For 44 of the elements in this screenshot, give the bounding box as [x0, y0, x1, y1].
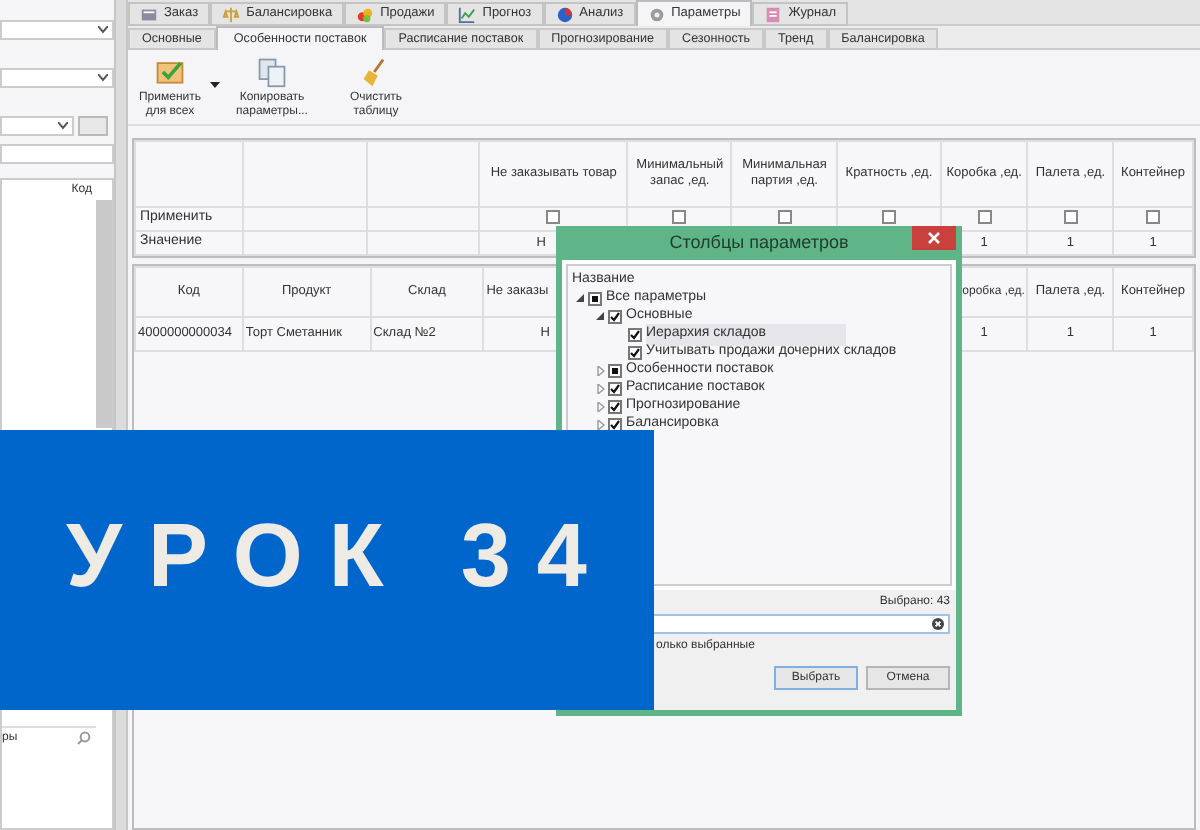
pie-icon	[555, 5, 574, 23]
chart-icon	[458, 5, 477, 23]
tree-checkbox[interactable]	[608, 400, 622, 414]
chevron-icon	[58, 122, 68, 130]
collapsed-arrow-icon[interactable]	[595, 384, 605, 394]
dropdown[interactable]	[0, 116, 74, 136]
collapsed-arrow-icon[interactable]	[595, 366, 605, 376]
filter-field[interactable]	[652, 614, 950, 634]
expanded-arrow-icon[interactable]	[575, 294, 585, 304]
search-icon	[76, 730, 92, 746]
dialog-title: Столбцы параметров	[667, 229, 851, 256]
collapsed-arrow-icon[interactable]	[595, 402, 605, 412]
checkbox[interactable]	[1146, 210, 1161, 225]
tree-checkbox[interactable]	[588, 292, 602, 306]
scrollbar[interactable]	[96, 200, 112, 428]
fruit-icon	[356, 5, 375, 23]
chevron-icon	[98, 26, 108, 34]
chevron-icon	[98, 74, 108, 82]
checkbox[interactable]	[546, 210, 561, 225]
checkbox[interactable]	[977, 210, 992, 225]
close-icon	[928, 232, 940, 244]
clear-icon	[932, 618, 944, 630]
folder-check-icon	[154, 56, 186, 88]
tree-checkbox[interactable]	[608, 418, 622, 432]
gear-icon	[647, 5, 666, 23]
cart-icon	[140, 5, 158, 23]
checkbox[interactable]	[881, 210, 896, 225]
collapsed-arrow-icon[interactable]	[595, 420, 605, 430]
tree-checkbox[interactable]	[608, 382, 622, 396]
checkbox[interactable]	[777, 210, 792, 225]
tree-checkbox[interactable]	[628, 346, 642, 360]
tree-checkbox[interactable]	[608, 364, 622, 378]
expanded-arrow-icon[interactable]	[595, 312, 605, 322]
input-field[interactable]	[0, 144, 114, 164]
close-button[interactable]	[912, 226, 956, 250]
tree-checkbox[interactable]	[608, 310, 622, 324]
scales-icon	[222, 5, 241, 23]
journal-icon	[764, 5, 783, 23]
checkbox[interactable]	[672, 210, 687, 225]
banner-title: УРОК 34	[66, 510, 613, 600]
tree-checkbox[interactable]	[628, 328, 642, 342]
caret-icon[interactable]	[210, 82, 220, 88]
checkbox[interactable]	[1063, 210, 1078, 225]
documents-icon	[256, 56, 288, 88]
